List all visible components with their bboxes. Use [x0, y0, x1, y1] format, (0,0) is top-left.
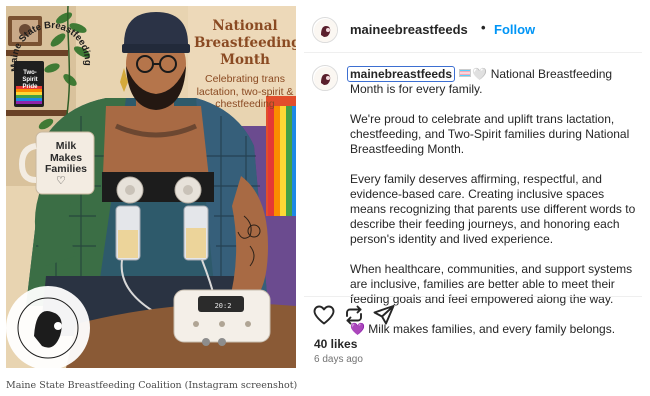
mug-text: Milk Makes Families [44, 140, 88, 175]
svg-text:Maine State Breastfeeding: Maine State Breastfeeding [9, 20, 93, 72]
caption-paragraph: When healthcare, communities, and suppor… [350, 262, 633, 306]
follow-button[interactable]: Follow [494, 22, 535, 37]
caption-paragraph: Every family deserves affirming, respect… [350, 172, 636, 246]
image-credit: Maine State Breastfeeding Coalition (Ins… [6, 380, 298, 391]
account-logo-icon [314, 19, 337, 42]
caption-avatar[interactable] [312, 65, 338, 91]
separator-dot: • [481, 20, 486, 35]
pump-display: 20:2 [214, 302, 232, 310]
send-icon [373, 305, 395, 325]
transgender-flag-icon [459, 69, 472, 77]
header-divider [304, 52, 642, 53]
caption-closing-text: Milk makes families, and every family be… [368, 322, 616, 336]
white-heart-icon: 🤍 [472, 67, 488, 81]
post-timestamp: 6 days ago [314, 354, 363, 365]
caption-paragraph: We're proud to celebrate and uplift tran… [350, 112, 630, 156]
share-button[interactable] [372, 303, 396, 327]
account-handle[interactable]: maineebreastfeeds [350, 22, 468, 37]
account-logo-icon [314, 67, 337, 90]
illustration-subtitle: Celebrating trans lactation, two-spirit … [196, 73, 294, 110]
actions-divider [304, 296, 642, 297]
caption-handle[interactable]: mainebreastfeeds [347, 66, 456, 82]
heart-icon [313, 305, 335, 325]
logo-ring-text: Maine State Breastfeeding [9, 20, 93, 72]
post-sidebar: maineebreastfeeds • Follow mainebreastfe… [304, 6, 642, 368]
like-count[interactable]: 40 likes [314, 337, 357, 351]
illustration-title: National Breastfeeding Month [194, 18, 296, 68]
caption-opening: mainebreastfeeds 🤍 National Breastfeedin… [347, 66, 640, 97]
avatar[interactable] [312, 17, 338, 43]
like-button[interactable] [312, 303, 336, 327]
mug-heart: ♡ [56, 175, 66, 187]
repost-button[interactable] [342, 303, 366, 327]
coalition-logo: Maine State Breastfeeding [9, 20, 93, 72]
repost-icon [346, 305, 362, 325]
post-image[interactable]: National Breastfeeding Month Celebrating… [6, 6, 296, 368]
instagram-post: National Breastfeeding Month Celebrating… [6, 6, 642, 368]
